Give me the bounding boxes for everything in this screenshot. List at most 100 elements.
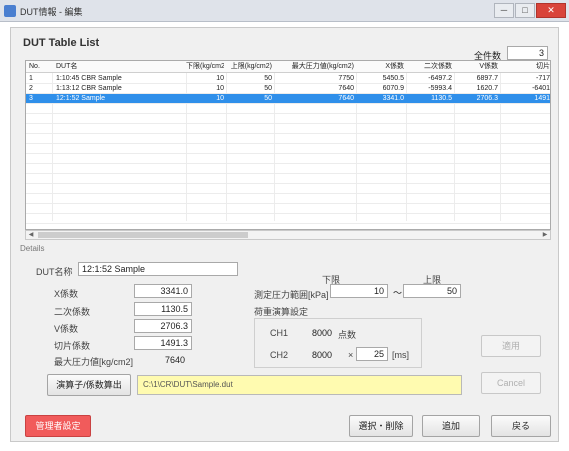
column-header[interactable]: 二次係数 bbox=[406, 61, 452, 73]
close-window-button[interactable]: ✕ bbox=[536, 3, 566, 18]
table-row[interactable]: 2 1:13:12 CBR Sample 10 50 7640 6070.9 -… bbox=[26, 84, 550, 94]
x-coef-input[interactable]: 3341.0 bbox=[134, 284, 192, 298]
admin-settings-button[interactable]: 管理者設定 bbox=[25, 415, 91, 437]
quad-coef-input[interactable]: 1130.5 bbox=[134, 302, 192, 316]
back-button[interactable]: 戻る bbox=[491, 415, 551, 437]
horizontal-scrollbar[interactable]: ◀ ▶ bbox=[25, 230, 551, 240]
ch1-unit: 点数 bbox=[338, 330, 357, 340]
quad-coef-label: 二次係数 bbox=[54, 307, 91, 317]
apply-button[interactable]: 適用 bbox=[481, 335, 541, 357]
max-pressure-value: 7640 bbox=[165, 355, 186, 365]
intercept-label: 切片係数 bbox=[54, 341, 91, 351]
column-header[interactable]: V係数 bbox=[454, 61, 498, 73]
file-path-status: C:\1\CR\DUT\Sample.dut bbox=[137, 375, 462, 395]
select-delete-button[interactable]: 選択・削除 bbox=[349, 415, 413, 437]
table-row-empty bbox=[26, 134, 550, 144]
minimize-button[interactable]: ─ bbox=[494, 3, 514, 18]
scroll-left-icon[interactable]: ◀ bbox=[26, 231, 36, 239]
lower-range-input[interactable]: 10 bbox=[330, 284, 388, 298]
dut-name-input[interactable]: 12:1:52 Sample bbox=[78, 262, 238, 276]
column-header[interactable]: 最大圧力値(kg/cm2) bbox=[274, 61, 354, 73]
column-header[interactable]: 下限(kg/cm2) bbox=[186, 61, 224, 73]
range-label: 測定圧力範囲[kPa] bbox=[254, 290, 329, 300]
table-cell: 6897.7 bbox=[476, 75, 498, 82]
table-cell: -6497.2 bbox=[428, 75, 452, 82]
table-row-empty bbox=[26, 114, 550, 124]
ch2-interval-input[interactable]: 25 bbox=[356, 347, 388, 361]
table-row[interactable]: 1 1:10:45 CBR Sample 10 50 7750 5450.5 -… bbox=[26, 74, 550, 84]
table-row-empty bbox=[26, 204, 550, 214]
table-cell: 2706.3 bbox=[476, 95, 498, 102]
column-header[interactable]: DUT名 bbox=[56, 61, 184, 73]
table-cell: 1620.7 bbox=[476, 85, 498, 92]
table-cell: 50 bbox=[264, 75, 272, 82]
table-cell: 1 bbox=[29, 75, 33, 82]
table-header: No. DUT名 下限(kg/cm2) 上限(kg/cm2) 最大圧力値(kg/… bbox=[26, 61, 550, 73]
dut-name-label: DUT名称 bbox=[36, 267, 73, 277]
table-cell: 3341.0 bbox=[382, 95, 404, 102]
table-cell: 3 bbox=[29, 95, 33, 102]
table-row-empty bbox=[26, 214, 550, 224]
table-row-empty bbox=[26, 104, 550, 114]
ch2-value: 8000 bbox=[312, 350, 333, 360]
window-titlebar: DUT情報 - 編集 ─ □ ✕ bbox=[0, 0, 569, 22]
table-row-empty bbox=[26, 194, 550, 204]
total-count-field: 3 bbox=[507, 46, 548, 60]
table-cell: 10 bbox=[216, 95, 224, 102]
window-title: DUT情報 - 編集 bbox=[20, 7, 83, 17]
scrollbar-thumb[interactable] bbox=[38, 232, 248, 238]
sample-group-label: 荷重演算設定 bbox=[254, 307, 309, 317]
table-row-empty bbox=[26, 144, 550, 154]
table-cell: -717 bbox=[535, 75, 550, 82]
table-cell: -6401 bbox=[532, 85, 550, 92]
v-coef-input[interactable]: 2706.3 bbox=[134, 319, 192, 333]
ch2-label: CH2 bbox=[270, 350, 289, 360]
table-row-empty bbox=[26, 124, 550, 134]
table-cell: 7750 bbox=[338, 75, 354, 82]
table-row-empty bbox=[26, 154, 550, 164]
table-cell: 6070.9 bbox=[382, 85, 404, 92]
range-separator: 〜 bbox=[393, 288, 403, 298]
table-row-selected[interactable]: 3 12:1:52 Sample 10 50 7640 3341.0 1130.… bbox=[26, 94, 550, 104]
cancel-button[interactable]: Cancel bbox=[481, 372, 541, 394]
table-cell: 1:10:45 CBR Sample bbox=[56, 75, 122, 82]
sample-group-box bbox=[254, 318, 422, 368]
app-icon bbox=[4, 5, 16, 17]
x-coef-label: X係数 bbox=[54, 289, 79, 299]
ch2-unit: [ms] bbox=[392, 350, 409, 360]
list-title: DUT Table List bbox=[23, 37, 100, 49]
ch1-label: CH1 bbox=[270, 328, 289, 338]
add-button[interactable]: 追加 bbox=[422, 415, 480, 437]
scroll-right-icon[interactable]: ▶ bbox=[540, 231, 550, 239]
table-cell: 7640 bbox=[338, 85, 354, 92]
table-cell: 1491 bbox=[534, 95, 550, 102]
maximize-button[interactable]: □ bbox=[515, 3, 535, 18]
column-header[interactable]: No. bbox=[29, 61, 51, 73]
ch1-value: 8000 bbox=[312, 328, 333, 338]
max-pressure-label: 最大圧力値[kg/cm2] bbox=[54, 357, 134, 367]
table-cell: -5993.4 bbox=[428, 85, 452, 92]
table-cell: 10 bbox=[216, 85, 224, 92]
ch2-multiplier: × bbox=[348, 350, 354, 360]
column-header[interactable]: X係数 bbox=[356, 61, 404, 73]
calc-coef-button[interactable]: 演算子/係数算出 bbox=[47, 374, 131, 396]
table-row-empty bbox=[26, 184, 550, 194]
table-cell: 50 bbox=[264, 85, 272, 92]
v-coef-label: V係数 bbox=[54, 324, 79, 334]
dut-table[interactable]: No. DUT名 下限(kg/cm2) 上限(kg/cm2) 最大圧力値(kg/… bbox=[25, 60, 551, 230]
table-row-empty bbox=[26, 164, 550, 174]
column-header[interactable]: 切片 bbox=[500, 61, 550, 73]
table-row-empty bbox=[26, 174, 550, 184]
table-cell: 10 bbox=[216, 75, 224, 82]
upper-range-input[interactable]: 50 bbox=[403, 284, 461, 298]
table-cell: 2 bbox=[29, 85, 33, 92]
intercept-input[interactable]: 1491.3 bbox=[134, 336, 192, 350]
table-cell: 1:13:12 CBR Sample bbox=[56, 85, 122, 92]
table-cell: 7640 bbox=[338, 95, 354, 102]
table-cell: 12:1:52 Sample bbox=[56, 95, 106, 102]
table-cell: 50 bbox=[264, 95, 272, 102]
column-header[interactable]: 上限(kg/cm2) bbox=[226, 61, 272, 73]
table-cell: 1130.5 bbox=[431, 95, 452, 102]
table-cell: 5450.5 bbox=[382, 75, 404, 82]
details-section-label: Details bbox=[20, 244, 45, 253]
